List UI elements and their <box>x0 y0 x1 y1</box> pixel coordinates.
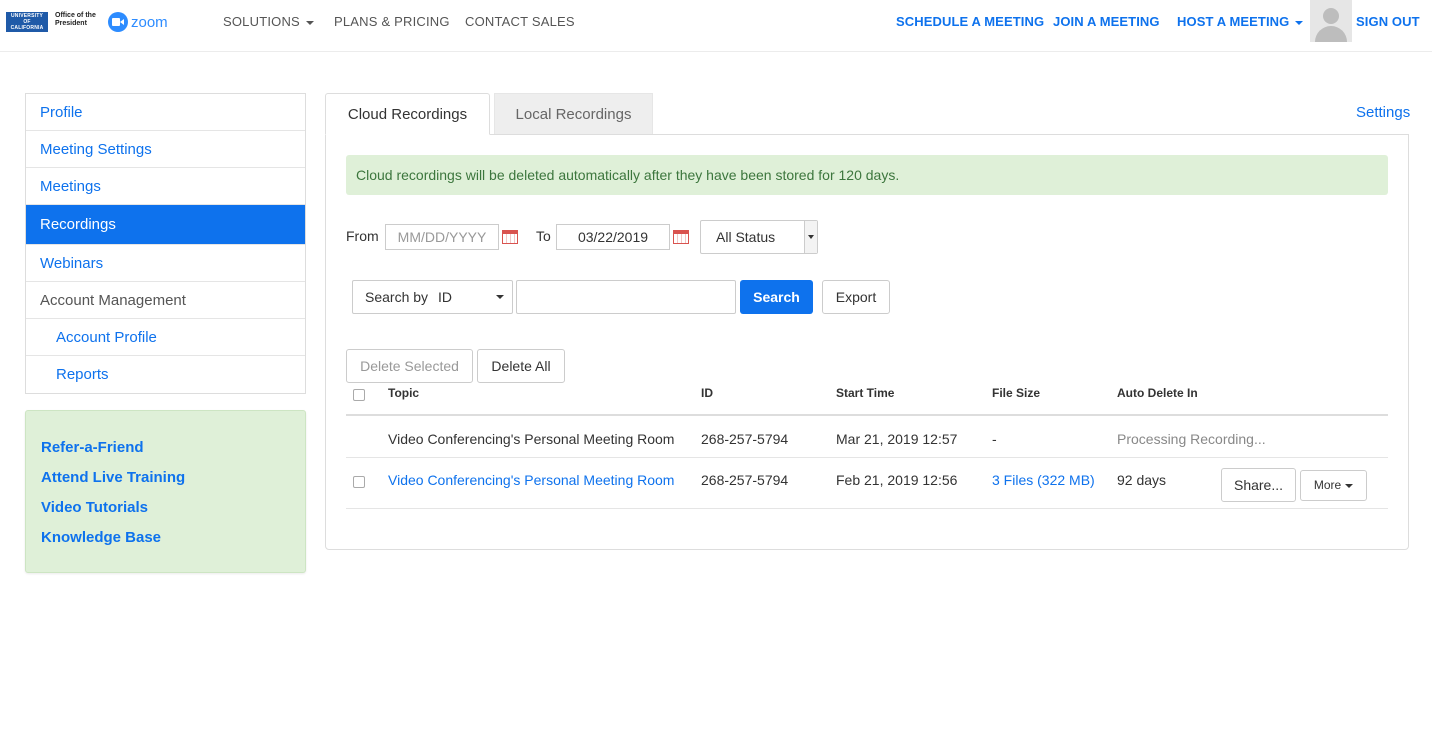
nav-solutions[interactable]: SOLUTIONS <box>223 14 314 29</box>
delete-all-button[interactable]: Delete All <box>477 349 565 383</box>
row-start-time: Mar 21, 2019 12:57 <box>836 431 958 447</box>
from-label: From <box>346 228 379 244</box>
host-meeting-menu[interactable]: HOST A MEETING <box>1177 14 1304 29</box>
row-checkbox[interactable] <box>353 476 365 488</box>
avatar-head-shape <box>1323 8 1339 24</box>
row-file-size-link[interactable]: 3 Files (322 MB) <box>992 472 1095 488</box>
column-header-auto-delete: Auto Delete In <box>1117 386 1198 400</box>
more-menu-button[interactable]: More <box>1300 470 1367 501</box>
row-topic-link[interactable]: Video Conferencing's Personal Meeting Ro… <box>388 472 674 488</box>
top-header: UNIVERSITY OF CALIFORNIA Office of the P… <box>0 0 1432 52</box>
share-button[interactable]: Share... <box>1221 468 1296 502</box>
tab-local-recordings[interactable]: Local Recordings <box>494 93 653 135</box>
row-topic: Video Conferencing's Personal Meeting Ro… <box>388 431 675 447</box>
help-links-box: Refer-a-Friend Attend Live Training Vide… <box>25 410 306 573</box>
office-of-president-text: Office of the President <box>55 12 96 27</box>
retention-notice: Cloud recordings will be deleted automat… <box>346 155 1388 195</box>
search-by-select[interactable]: Search by ID <box>352 280 513 314</box>
row-auto-delete: 92 days <box>1117 472 1167 488</box>
nav-solutions-label: SOLUTIONS <box>223 14 300 29</box>
calendar-icon[interactable] <box>673 230 689 244</box>
video-tutorials-link[interactable]: Video Tutorials <box>41 498 305 528</box>
column-header-start-time: Start Time <box>836 386 895 400</box>
more-label: More <box>1313 478 1342 492</box>
uc-logo[interactable]: UNIVERSITY OF CALIFORNIA <box>6 12 48 32</box>
sidebar-item-meetings[interactable]: Meetings <box>26 168 305 205</box>
settings-link[interactable]: Settings <box>1356 104 1410 121</box>
sidebar-item-account-profile[interactable]: Account Profile <box>26 319 305 356</box>
sidebar-nav: Profile Meeting Settings Meetings Record… <box>25 93 306 394</box>
row-file-size: - <box>992 431 997 447</box>
knowledge-base-link[interactable]: Knowledge Base <box>41 528 305 558</box>
avatar-body-shape <box>1315 26 1347 42</box>
attend-live-training-link[interactable]: Attend Live Training <box>41 468 305 498</box>
row-auto-delete: Processing Recording... <box>1117 431 1266 447</box>
sidebar-item-profile[interactable]: Profile <box>26 94 305 131</box>
column-header-id: ID <box>701 386 713 400</box>
nav-plans-pricing[interactable]: PLANS & PRICING <box>334 14 450 29</box>
row-divider <box>346 457 1388 458</box>
row-id: 268-257-5794 <box>701 472 789 488</box>
to-date-input[interactable]: 03/22/2019 <box>556 224 670 250</box>
table-header-divider <box>346 414 1388 416</box>
status-select-value: All Status <box>716 229 776 245</box>
column-header-topic: Topic <box>388 386 420 400</box>
status-select[interactable]: All Status <box>700 220 818 254</box>
chevron-down-icon <box>804 221 817 253</box>
search-by-label: Search by <box>365 289 429 305</box>
to-label: To <box>536 228 551 244</box>
refer-a-friend-link[interactable]: Refer-a-Friend <box>41 438 305 468</box>
zoom-wordmark: zoom <box>131 13 168 31</box>
search-by-value: ID <box>438 289 453 305</box>
host-meeting-label: HOST A MEETING <box>1177 14 1290 29</box>
sidebar-item-reports[interactable]: Reports <box>26 356 305 393</box>
row-start-time: Feb 21, 2019 12:56 <box>836 472 958 488</box>
search-button[interactable]: Search <box>740 280 813 314</box>
chevron-down-icon <box>305 20 314 25</box>
column-header-file-size: File Size <box>992 386 1041 400</box>
search-input[interactable] <box>516 280 736 314</box>
row-divider <box>346 508 1388 509</box>
calendar-icon[interactable] <box>502 230 518 244</box>
chevron-down-icon <box>1295 20 1304 25</box>
sidebar-item-recordings[interactable]: Recordings <box>26 205 305 245</box>
from-date-input[interactable]: MM/DD/YYYY <box>385 224 499 250</box>
select-all-checkbox[interactable] <box>353 389 365 401</box>
export-button[interactable]: Export <box>822 280 890 314</box>
tab-cloud-recordings[interactable]: Cloud Recordings <box>325 93 490 135</box>
sidebar-item-account-management[interactable]: Account Management <box>26 282 305 319</box>
chevron-down-icon <box>496 295 504 299</box>
zoom-logo[interactable]: zoom <box>108 12 168 32</box>
zoom-camera-icon <box>108 12 128 32</box>
schedule-meeting-link[interactable]: SCHEDULE A MEETING <box>896 14 1044 29</box>
row-id: 268-257-5794 <box>701 431 789 447</box>
join-meeting-link[interactable]: JOIN A MEETING <box>1053 14 1160 29</box>
uc-logo-line: CALIFORNIA <box>10 25 44 31</box>
delete-selected-button[interactable]: Delete Selected <box>346 349 473 383</box>
sign-out-link[interactable]: SIGN OUT <box>1356 14 1420 29</box>
sidebar-item-webinars[interactable]: Webinars <box>26 245 305 282</box>
sidebar-item-meeting-settings[interactable]: Meeting Settings <box>26 131 305 168</box>
chevron-down-icon <box>1345 483 1354 488</box>
nav-contact-sales[interactable]: CONTACT SALES <box>465 14 575 29</box>
avatar[interactable] <box>1310 0 1352 42</box>
